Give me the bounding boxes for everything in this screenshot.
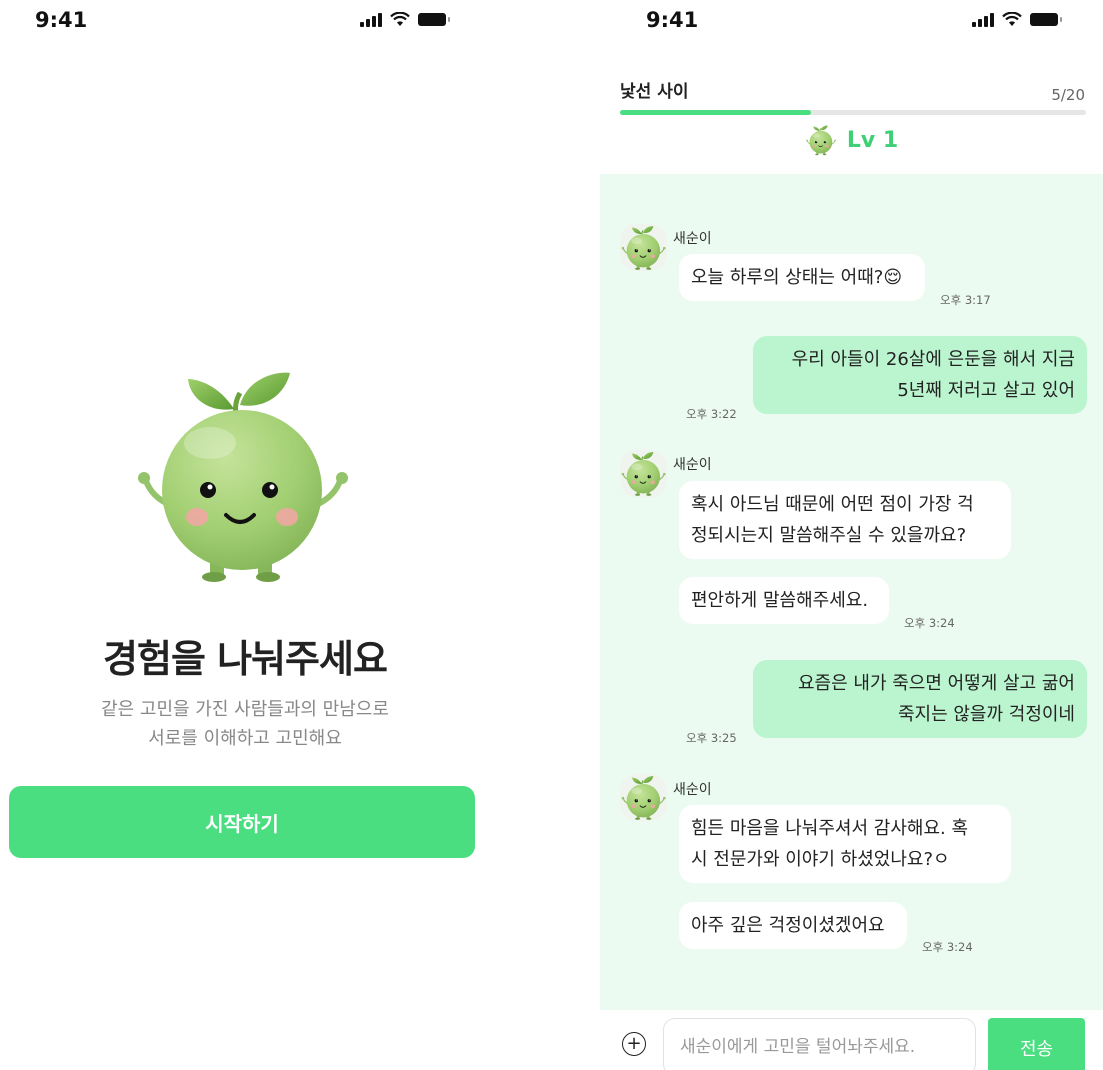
sender-name: 새순이: [673, 782, 712, 798]
level-indicator: Lv 1: [600, 124, 1103, 156]
message-timestamp: 오후 3:24: [904, 616, 955, 630]
wifi-icon: [390, 12, 410, 26]
incoming-message-bubble: 아주 깊은 걱정이셨겠어요: [679, 902, 907, 949]
sender-name: 새순이: [673, 231, 712, 247]
mascot-avatar-icon: [620, 224, 667, 271]
sender-name: 새순이: [673, 457, 712, 473]
chat-area[interactable]: 새순이 오늘 하루의 상태는 어때?😌 오후 3:17 오후 3:22 우리 아…: [600, 174, 1103, 1010]
send-button[interactable]: 전송: [988, 1018, 1085, 1070]
subtitle-line: 같은 고민을 가진 사람들과의 만남으로: [101, 699, 389, 720]
message-line: 우리 아들이 26살에 은둔을 해서 지금: [791, 349, 1075, 370]
wifi-icon: [1002, 12, 1022, 26]
avatar: [620, 774, 667, 821]
mascot-illustration: [130, 365, 355, 585]
status-time: 9:41: [35, 8, 88, 32]
progress-count: 5/20: [1051, 86, 1085, 104]
progress-bar-fill: [620, 110, 812, 115]
message-timestamp: 오후 3:17: [940, 293, 991, 307]
message-line: 요즘은 내가 죽으면 어떻게 살고 굶어: [797, 673, 1075, 694]
message-line: 편안하게 말씀해주세요.: [691, 590, 869, 611]
outgoing-message-bubble: 요즘은 내가 죽으면 어떻게 살고 굶어 죽지는 않을까 걱정이네: [753, 660, 1087, 738]
system-icons: [972, 12, 1062, 27]
mascot-icon: [805, 124, 837, 156]
message-timestamp: 오후 3:25: [686, 731, 737, 745]
incoming-message-bubble: 혹시 아드님 때문에 어떤 점이 가장 걱 정되시는지 말씀해주실 수 있을까요…: [679, 481, 1011, 559]
message-input[interactable]: [663, 1018, 976, 1070]
onboarding-screen: 9:41 경험을 나눠주세요 같은 고민을 가진 사람들과의 만남으로 서로를 …: [0, 0, 490, 1070]
subtitle: 같은 고민을 가진 사람들과의 만남으로 서로를 이해하고 고민해요: [0, 695, 490, 753]
message-timestamp: 오후 3:24: [922, 940, 973, 954]
level-label: Lv 1: [846, 127, 899, 153]
message-line: 정되시는지 말씀해주실 수 있을까요?: [691, 525, 967, 546]
cellular-signal-icon: [972, 12, 994, 27]
mascot-avatar-icon: [620, 450, 667, 497]
add-attachment-button[interactable]: +: [622, 1032, 646, 1056]
incoming-message-bubble: 편안하게 말씀해주세요.: [679, 577, 889, 624]
message-line: 죽지는 않을까 걱정이네: [897, 704, 1075, 725]
battery-icon: [418, 13, 450, 26]
page-title: 경험을 나눠주세요: [103, 637, 388, 681]
incoming-message-bubble: 힘든 마음을 나눠주셔서 감사해요. 혹 시 전문가와 이야기 하셨었나요?ㅇ: [679, 805, 1011, 883]
subtitle-line: 서로를 이해하고 고민해요: [148, 728, 342, 749]
status-time: 9:41: [646, 8, 699, 32]
battery-icon: [1030, 13, 1062, 26]
progress-bar: [620, 110, 1086, 115]
message-timestamp: 오후 3:22: [686, 407, 737, 421]
status-bar: 9:41: [0, 0, 490, 44]
plus-icon: +: [626, 1033, 642, 1054]
cellular-signal-icon: [360, 12, 382, 27]
message-line: 혹시 아드님 때문에 어떤 점이 가장 걱: [691, 494, 974, 515]
avatar: [620, 224, 667, 271]
system-icons: [360, 12, 450, 27]
outgoing-message-bubble: 우리 아들이 26살에 은둔을 해서 지금 5년째 저러고 살고 있어: [753, 336, 1087, 414]
relationship-stage-title: 낯선 사이: [620, 82, 689, 102]
status-bar: 9:41: [600, 0, 1103, 44]
incoming-message-bubble: 오늘 하루의 상태는 어때?😌: [679, 254, 925, 301]
mascot-avatar-icon: [620, 774, 667, 821]
message-line: 5년째 저러고 살고 있어: [897, 380, 1075, 401]
message-composer: + 전송: [600, 1010, 1103, 1070]
start-button[interactable]: 시작하기: [9, 786, 475, 858]
chat-screen: 9:41 낯선 사이 5/20 Lv 1 새순이 오늘 하루의 상태는 어때?😌…: [600, 0, 1103, 1070]
avatar: [620, 450, 667, 497]
message-line: 오늘 하루의 상태는 어때?😌: [691, 267, 903, 288]
message-line: 힘든 마음을 나눠주셔서 감사해요. 혹: [691, 818, 969, 839]
message-line: 아주 깊은 걱정이셨겠어요: [691, 915, 885, 936]
message-line: 시 전문가와 이야기 하셨었나요?ㅇ: [691, 849, 950, 870]
